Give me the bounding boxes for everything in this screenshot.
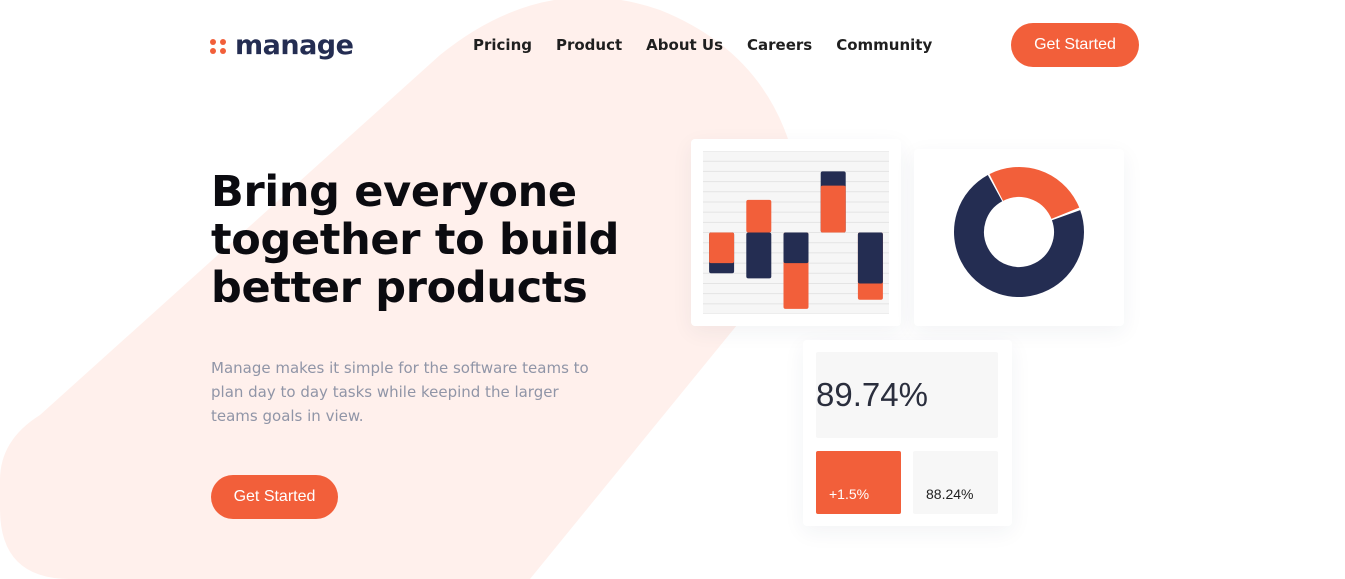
hero-description: Manage makes it simple for the software … (211, 359, 589, 425)
change-stat-value: +1.5% (829, 486, 870, 502)
bar (820, 185, 846, 233)
change-stat-tile: +1.5% (816, 451, 901, 514)
donut-chart-card (914, 149, 1124, 326)
secondary-stat-value: 88.24% (926, 486, 974, 502)
hero-title: Bring everyone together to build better … (211, 167, 620, 313)
bar (746, 199, 772, 233)
main-stat-value: 89.74% (816, 376, 928, 413)
bar-chart-card (691, 139, 901, 326)
bar (783, 232, 809, 264)
bar (857, 232, 883, 284)
bar (709, 232, 735, 264)
brand-logo[interactable]: manage (210, 28, 354, 62)
header-get-started-button[interactable]: Get Started (1011, 23, 1139, 67)
bar (746, 232, 772, 279)
donut-chart (954, 167, 1084, 297)
main-nav: Pricing Product About Us Careers Communi… (473, 36, 956, 54)
brand-name: manage (235, 29, 354, 61)
nav-link-pricing[interactable]: Pricing (473, 36, 532, 54)
four-dots-icon (210, 36, 228, 54)
nav-link-community[interactable]: Community (836, 36, 932, 54)
site-header: manage Pricing Product About Us Careers … (0, 0, 1345, 90)
nav-link-product[interactable]: Product (556, 36, 622, 54)
nav-link-about-us[interactable]: About Us (646, 36, 723, 54)
secondary-stat-tile: 88.24% (913, 451, 998, 514)
hero-get-started-button[interactable]: Get Started (211, 475, 338, 519)
nav-link-careers[interactable]: Careers (747, 36, 812, 54)
stats-card: 89.74% +1.5% 88.24% (803, 340, 1012, 526)
bar-chart (703, 151, 889, 314)
